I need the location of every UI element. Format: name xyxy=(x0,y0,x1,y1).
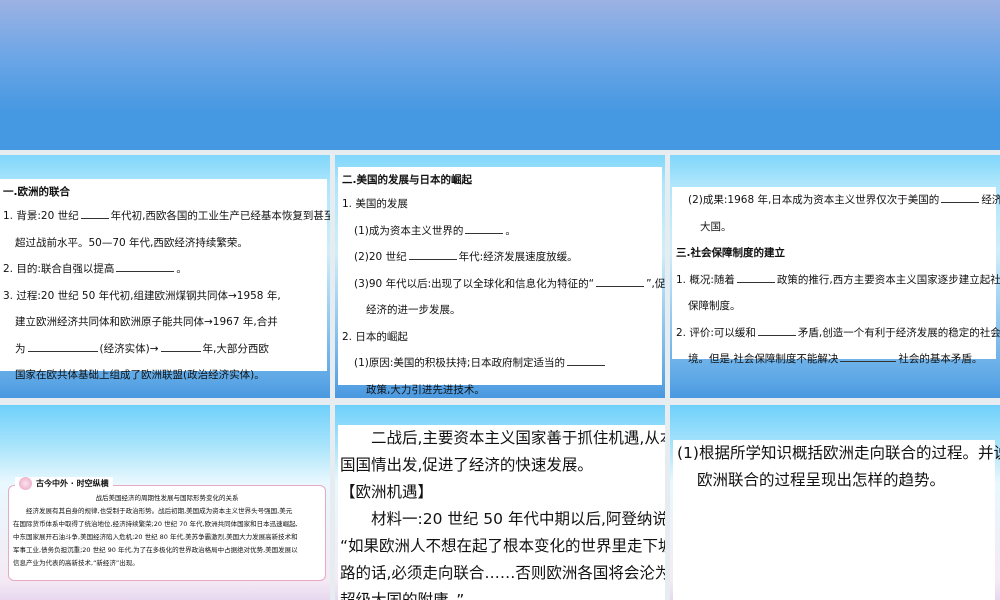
text: (1)原因:美国的积极扶持;日本政府制定适当的 xyxy=(354,357,565,369)
slide-content: 二战后,主要资本主义国家善于抓住机遇,从本 国国情出发,促进了经济的快速发展。 … xyxy=(338,425,665,600)
fill-blank xyxy=(757,326,796,336)
section-heading: 三.社会保障制度的建立 xyxy=(676,247,785,259)
text: 政策的推行,西方主要资本主义国家逐步建立起社会 xyxy=(776,273,1000,286)
section-heading: 二.美国的发展与日本的崛起 xyxy=(342,174,472,186)
text: 超级大国的附庸。” xyxy=(340,591,465,600)
text: 在国际货币体系中取得了统治地位,经济持续繁荣;20 世纪 70 年代,欧洲共同体… xyxy=(13,520,298,528)
text: (3)90 年代以后:出现了以全球化和信息化为特征的“ xyxy=(354,277,595,290)
slide-thumbnail-4[interactable]: 古今中外 · 时空纵横 战后美国经济的周期性发展与国际形势变化的关系 经济发展有… xyxy=(0,405,330,600)
text: 路的话,必须走向联合……否则欧洲各国将会沦为 xyxy=(340,564,665,582)
text: 超过战前水平。50—70 年代,西欧经济持续繁荣。 xyxy=(15,236,248,249)
text: 2. 评价:可以缓和 xyxy=(676,326,756,339)
fill-blank xyxy=(80,209,109,219)
text: 保障制度。 xyxy=(688,300,741,312)
text: ”,促进 xyxy=(646,277,665,290)
text: 。 xyxy=(176,263,187,275)
slide-content: (1)根据所学知识概括欧洲走向联合的过程。并说说 欧洲联合的过程呈现出怎样的趋势… xyxy=(673,440,1000,600)
text: 军事工业,债务负担沉重;20 世纪 90 年代,为了在多极化的世界政治格局中占据… xyxy=(13,546,298,554)
question-text: (1)根据所学知识概括欧洲走向联合的过程。并说说 xyxy=(677,444,1000,462)
text: 3. 过程:20 世纪 50 年代初,组建欧洲煤钢共同体→1958 年, xyxy=(3,289,281,302)
text: 材料一:20 世纪 50 年代中期以后,阿登纳说: xyxy=(340,510,665,528)
text: 年代初,西欧各国的工业生产已经基本恢复到甚至 xyxy=(110,210,330,222)
fill-blank xyxy=(27,342,98,352)
title-banner xyxy=(0,0,1000,150)
fill-blank xyxy=(566,356,605,366)
text: 为 xyxy=(15,342,26,355)
section-heading: 一.欧洲的联合 xyxy=(3,186,70,198)
text: 1. 背景:20 世纪 xyxy=(3,210,79,222)
question-text: 欧洲联合的过程呈现出怎样的趋势。 xyxy=(697,471,946,489)
text: 政策,大力引进先进技术。 xyxy=(366,383,485,396)
text: 【欧洲机遇】 xyxy=(340,483,434,501)
text: 2. 日本的崛起 xyxy=(342,330,408,343)
text: (2)20 世纪 xyxy=(354,251,407,263)
text: 2. 目的:联合自强以提高 xyxy=(3,263,115,275)
text: 大国。 xyxy=(700,220,732,233)
text: 中东国家展开石油斗争,美国经济陷入危机;20 世纪 80 年代,美苏争霸激烈,美… xyxy=(13,533,298,541)
slide-thumbnail-2[interactable]: 二.美国的发展与日本的崛起 1. 美国的发展 (1)成为资本主义世界的 。 (2)… xyxy=(335,155,665,398)
text: 1. 概况:随着 xyxy=(676,273,735,286)
text: (2)成果:1968 年,日本成为资本主义世界仅次于美国的 xyxy=(688,194,940,206)
slide-content: 一.欧洲的联合 1. 背景:20 世纪 年代初,西欧各国的工业生产已经基本恢复到甚… xyxy=(0,179,330,381)
text: (1)成为资本主义世界的 xyxy=(354,224,464,237)
info-box: 古今中外 · 时空纵横 战后美国经济的周期性发展与国际形势变化的关系 经济发展有… xyxy=(8,477,326,581)
text: 社会的基本矛盾。 xyxy=(898,353,983,365)
text: 经济发展有其自身的规律,也受制于政治形势。战后初期,美国成为资本主义世界头号强国… xyxy=(13,507,293,515)
text: 境。但是,社会保障制度不能解决 xyxy=(688,353,839,365)
fill-blank xyxy=(408,250,457,260)
flower-icon xyxy=(19,477,32,490)
slide-content: 二.美国的发展与日本的崛起 1. 美国的发展 (1)成为资本主义世界的 。 (2)… xyxy=(338,167,665,396)
fill-blank xyxy=(160,342,201,352)
box-title: 战后美国经济的周期性发展与国际形势变化的关系 xyxy=(95,494,239,502)
slide-thumbnail-6[interactable]: (1)根据所学知识概括欧洲走向联合的过程。并说说 欧洲联合的过程呈现出怎样的趋势… xyxy=(670,405,1000,600)
fill-blank xyxy=(116,262,175,272)
text: 年代:经济发展速度放缓。 xyxy=(458,251,578,263)
slide-thumbnail-1[interactable]: 一.欧洲的联合 1. 背景:20 世纪 年代初,西欧各国的工业生产已经基本恢复到甚… xyxy=(0,155,330,398)
text: 。 xyxy=(505,224,516,237)
fill-blank xyxy=(596,277,645,287)
slide-content: (2)成果:1968 年,日本成为资本主义世界仅次于美国的 经济 大国。 三.社会… xyxy=(672,187,1000,365)
fill-blank xyxy=(465,224,504,234)
text: 国家在欧共体基础上组成了欧洲联盟(政治经济实体)。 xyxy=(15,369,265,381)
text: 1. 美国的发展 xyxy=(342,198,408,210)
text: 二战后,主要资本主义国家善于抓住机遇,从本 xyxy=(340,429,665,447)
text: 国国情出发,促进了经济的快速发展。 xyxy=(340,456,593,474)
text: 建立欧洲经济共同体和欧洲原子能共同体→1967 年,合并 xyxy=(15,316,278,328)
text: “如果欧洲人不想在起了根本变化的世界里走下坡 xyxy=(340,537,665,555)
text: 年,大部分西欧 xyxy=(202,342,269,355)
slide-thumbnail-3[interactable]: (2)成果:1968 年,日本成为资本主义世界仅次于美国的 经济 大国。 三.社会… xyxy=(670,155,1000,398)
text: 矛盾,创造一个有利于经济发展的稳定的社会环 xyxy=(797,326,1000,339)
text: 经济 xyxy=(981,194,1000,206)
text: 信息产业为代表的高新技术,“新经济”出现。 xyxy=(13,559,139,567)
fill-blank xyxy=(941,193,980,203)
box-badge: 古今中外 · 时空纵横 xyxy=(36,479,109,488)
fill-blank xyxy=(736,273,775,283)
fill-blank xyxy=(840,352,897,362)
text: 经济的进一步发展。 xyxy=(366,304,461,316)
slide-thumbnail-5[interactable]: 二战后,主要资本主义国家善于抓住机遇,从本 国国情出发,促进了经济的快速发展。 … xyxy=(335,405,665,600)
text: (经济实体)→ xyxy=(99,342,159,355)
